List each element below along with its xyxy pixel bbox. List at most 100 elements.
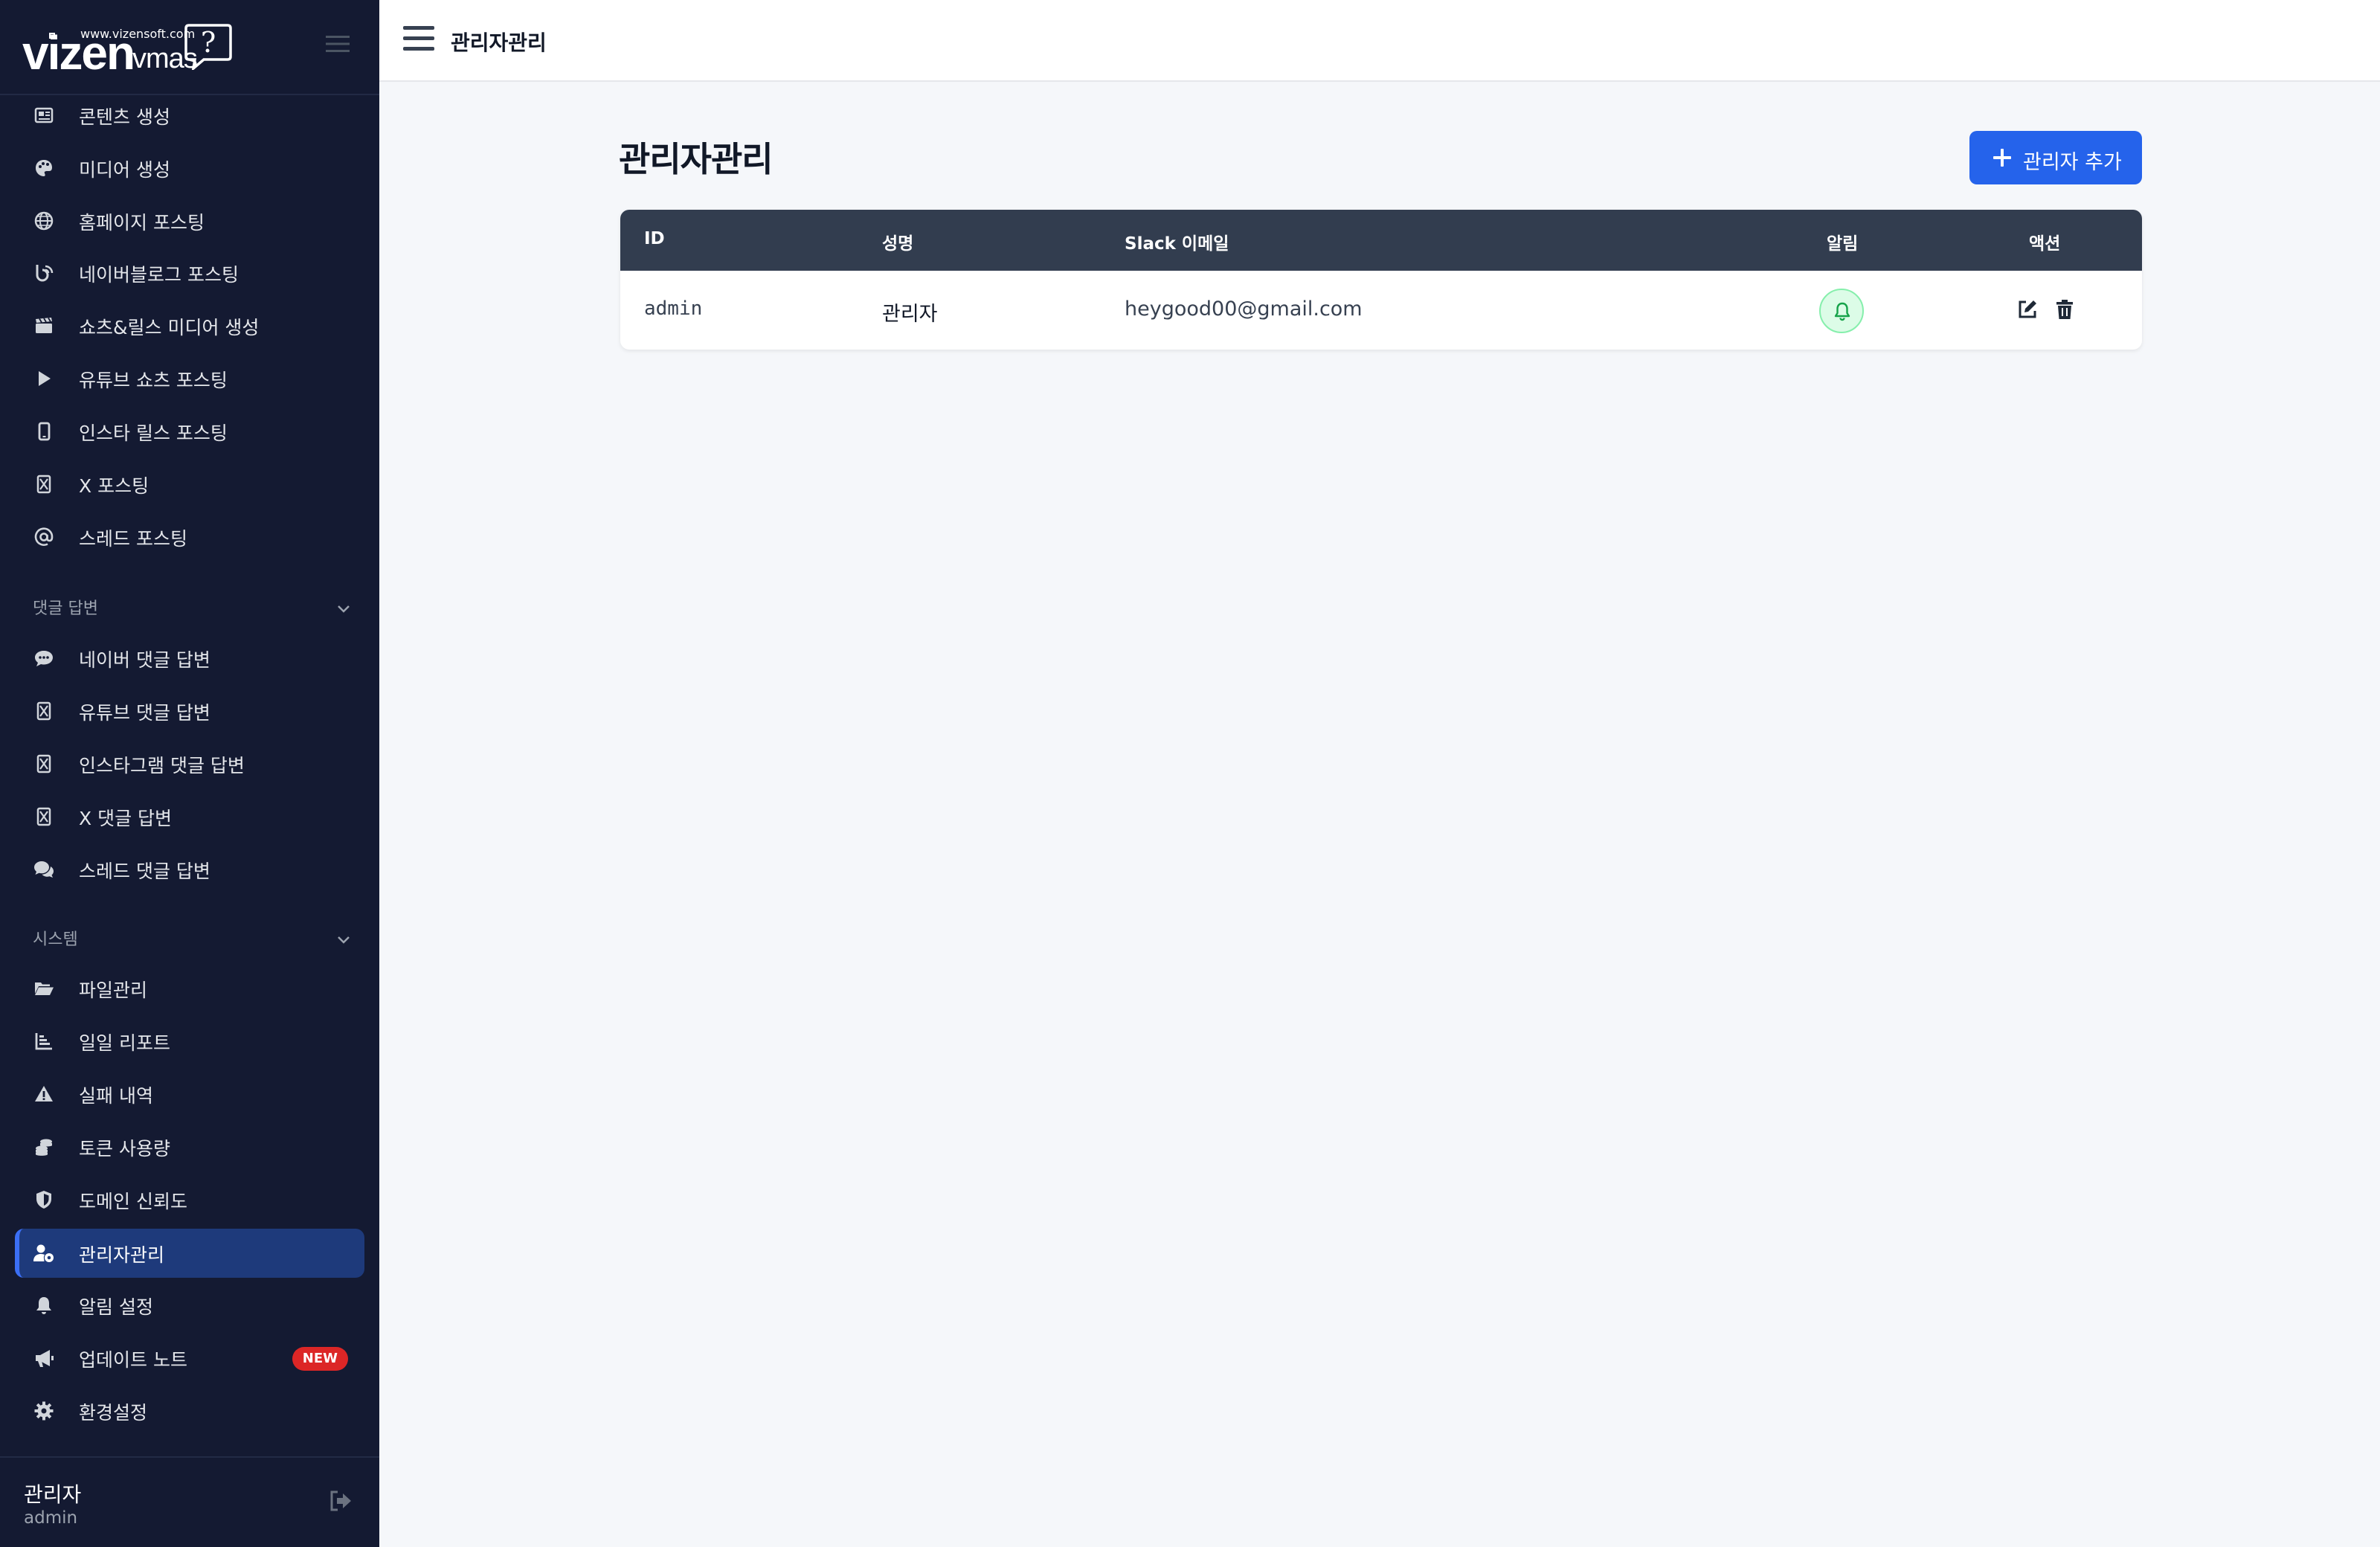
sidebar-item-failure-history[interactable]: 실패 내역 xyxy=(15,1070,364,1119)
x-logo-icon xyxy=(36,475,51,494)
palette-icon xyxy=(36,160,52,176)
sidebar-item-label: 파일관리 xyxy=(79,980,148,1001)
sidebar-item-media-create[interactable]: 미디어 생성 xyxy=(15,144,364,193)
sidebar-item-admin-management[interactable]: 관리자관리 xyxy=(15,1229,364,1278)
gear-icon xyxy=(34,1401,54,1421)
vizen-logo[interactable]: www.vizensoft.com vizen vmas ? xyxy=(22,21,238,80)
x-logo-icon xyxy=(36,807,51,826)
user-gear-icon xyxy=(33,1244,54,1262)
sidebar-item-label: 콘텐츠 생성 xyxy=(79,106,170,128)
sidebar-item-settings[interactable]: 환경설정 xyxy=(15,1386,364,1435)
sidebar-item-x-comments[interactable]: X 댓글 답변 xyxy=(15,792,364,841)
column-header-email: Slack 이메일 xyxy=(1125,234,1229,254)
coins-icon xyxy=(36,1139,52,1156)
new-badge: NEW xyxy=(292,1347,348,1371)
sidebar-item-domain-trust[interactable]: 도메인 신뢰도 xyxy=(15,1175,364,1224)
play-icon xyxy=(39,371,51,386)
user-name: 관리자 xyxy=(24,1482,82,1507)
sidebar-item-label: 인스타 릴스 포스팅 xyxy=(79,422,228,444)
sidebar-item-homepage-posting[interactable]: 홈페이지 포스팅 xyxy=(15,196,364,245)
x-logo-icon xyxy=(36,754,51,774)
sidebar-item-threads-comments[interactable]: 스레드 댓글 답변 xyxy=(15,845,364,894)
sidebar-item-label: 환경설정 xyxy=(79,1402,148,1424)
logo-dot xyxy=(49,33,55,39)
top-bar: 관리자관리 xyxy=(379,0,2380,82)
sidebar-item-shorts-media[interactable]: 쇼츠&릴스 미디어 생성 xyxy=(15,301,364,350)
cell-id: admin xyxy=(644,298,703,320)
section-comments-header[interactable]: 댓글 답변 xyxy=(33,595,353,625)
sidebar-item-x-posting[interactable]: X 포스팅 xyxy=(15,460,364,509)
at-icon xyxy=(34,527,54,546)
sidebar-item-label: 스레드 댓글 답변 xyxy=(79,861,210,882)
edit-icon[interactable] xyxy=(2016,298,2039,321)
sidebar-item-content-create[interactable]: 콘텐츠 생성 xyxy=(15,91,364,140)
add-admin-label: 관리자 추가 xyxy=(2023,151,2122,174)
column-header-id: ID xyxy=(644,229,665,248)
sidebar-item-label: 관리자관리 xyxy=(79,1244,165,1266)
sidebar-item-threads-posting[interactable]: 스레드 포스팅 xyxy=(15,512,364,562)
globe-icon xyxy=(34,211,54,231)
blog-icon xyxy=(36,265,54,282)
sidebar-item-naver-comments[interactable]: 네이버 댓글 답변 xyxy=(15,634,364,683)
sidebar-item-label: 일일 리포트 xyxy=(79,1032,170,1054)
sidebar-item-token-usage[interactable]: 토큰 사용량 xyxy=(15,1122,364,1171)
trash-icon[interactable] xyxy=(2053,298,2077,321)
sidebar-item-label: X 포스팅 xyxy=(79,475,149,497)
sidebar-item-label: 도메인 신뢰도 xyxy=(79,1191,187,1212)
sidebar-item-label: 유튜브 댓글 답변 xyxy=(79,702,210,724)
sidebar-item-label: 네이버블로그 포스팅 xyxy=(79,264,239,286)
column-header-name: 성명 xyxy=(882,234,914,254)
mobile-icon xyxy=(38,422,51,441)
sidebar-item-insta-reels[interactable]: 인스타 릴스 포스팅 xyxy=(15,407,364,456)
menu-icon[interactable] xyxy=(403,24,434,54)
logout-icon[interactable] xyxy=(327,1488,354,1514)
sidebar-item-label: 홈페이지 포스팅 xyxy=(79,212,205,234)
alert-toggle-button[interactable] xyxy=(1819,289,1864,333)
comment-dots-icon xyxy=(35,651,53,666)
sidebar-item-youtube-shorts[interactable]: 유튜브 쇼츠 포스팅 xyxy=(15,354,364,403)
sidebar-item-label: 업데이트 노트 xyxy=(79,1349,187,1371)
x-logo-icon xyxy=(36,701,51,721)
warning-icon xyxy=(35,1086,53,1101)
sidebar-item-instagram-comments[interactable]: 인스타그램 댓글 답변 xyxy=(15,739,364,788)
sidebar-toggle-icon[interactable] xyxy=(324,33,351,55)
sidebar-item-update-notes[interactable]: 업데이트 노트 NEW xyxy=(15,1334,364,1383)
logo-wordmark: vizen xyxy=(22,26,135,80)
top-bar-title: 관리자관리 xyxy=(451,30,547,55)
sidebar-item-label: 스레드 포스팅 xyxy=(79,528,187,550)
sidebar-item-youtube-comments[interactable]: 유튜브 댓글 답변 xyxy=(15,686,364,736)
sidebar-item-label: 네이버 댓글 답변 xyxy=(79,649,210,671)
sidebar-item-label: 실패 내역 xyxy=(79,1085,153,1107)
admin-table: ID 성명 Slack 이메일 알림 액션 admin 관리자 heygood0… xyxy=(620,210,2142,350)
table-header: ID 성명 Slack 이메일 알림 액션 xyxy=(620,210,2142,271)
section-system-header[interactable]: 시스템 xyxy=(33,926,353,956)
chevron-down-icon xyxy=(338,605,350,613)
newspaper-icon xyxy=(34,107,54,123)
chevron-down-icon xyxy=(338,936,350,944)
sidebar-item-label: X 댓글 답변 xyxy=(79,808,173,829)
column-header-alert: 알림 xyxy=(1827,234,1859,254)
section-title: 댓글 답변 xyxy=(33,599,98,618)
sidebar-item-alert-settings[interactable]: 알림 설정 xyxy=(15,1281,364,1330)
sidebar-item-naver-blog-posting[interactable]: 네이버블로그 포스팅 xyxy=(15,248,364,298)
bell-icon xyxy=(36,1297,51,1314)
folder-open-icon xyxy=(35,982,54,995)
section-title: 시스템 xyxy=(33,930,78,949)
add-admin-button[interactable]: 관리자 추가 xyxy=(1969,131,2142,184)
megaphone-icon xyxy=(36,1350,54,1367)
cell-name: 관리자 xyxy=(882,303,938,326)
sidebar-item-label: 미디어 생성 xyxy=(79,159,170,181)
sidebar-item-file-management[interactable]: 파일관리 xyxy=(15,964,364,1013)
sidebar-item-label: 유튜브 쇼츠 포스팅 xyxy=(79,370,228,391)
table-row: admin 관리자 heygood00@gmail.com xyxy=(620,271,2142,350)
sidebar-item-label: 인스타그램 댓글 답변 xyxy=(79,755,245,776)
comments-icon xyxy=(34,861,54,878)
sidebar-item-label: 토큰 사용량 xyxy=(79,1138,170,1160)
sidebar-item-label: 알림 설정 xyxy=(79,1296,153,1318)
cell-email: heygood00@gmail.com xyxy=(1125,298,1363,321)
sidebar: www.vizensoft.com vizen vmas ? 콘텐츠 생성 미디… xyxy=(0,0,379,1547)
sidebar-item-daily-report[interactable]: 일일 리포트 xyxy=(15,1017,364,1066)
svg-text:?: ? xyxy=(201,26,216,59)
page-title: 관리자관리 xyxy=(619,139,774,179)
user-id: admin xyxy=(24,1508,78,1528)
